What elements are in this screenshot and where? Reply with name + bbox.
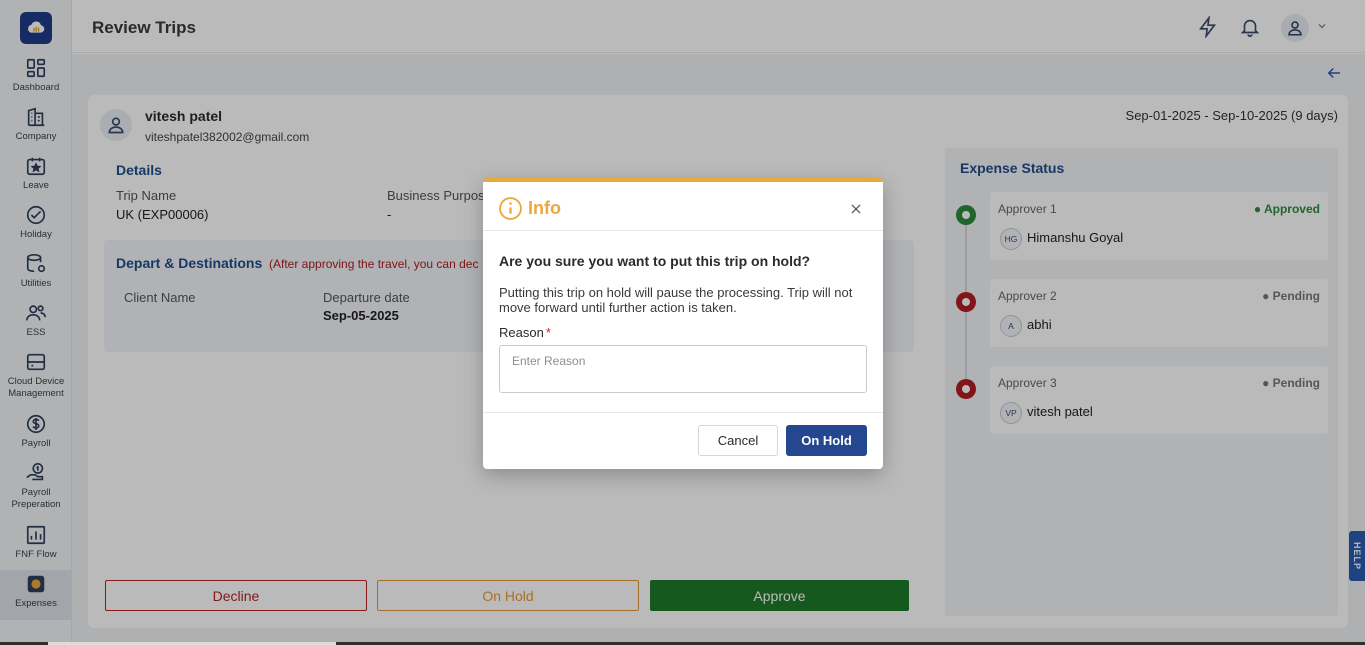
info-dialog: Info Are you sure you want to put this t… — [483, 178, 883, 469]
dialog-title: Info — [528, 198, 561, 218]
confirm-on-hold-button[interactable]: On Hold — [786, 425, 867, 456]
dialog-footer-divider — [483, 412, 883, 413]
dialog-question: Are you sure you want to put this trip o… — [499, 253, 811, 269]
info-icon — [499, 197, 522, 220]
reason-input[interactable] — [499, 345, 867, 393]
dialog-header: Info — [483, 182, 883, 231]
dialog-description: Putting this trip on hold will pause the… — [499, 285, 853, 315]
reason-label: Reason * — [499, 325, 551, 340]
close-icon[interactable] — [849, 202, 863, 216]
cancel-button[interactable]: Cancel — [698, 425, 778, 456]
